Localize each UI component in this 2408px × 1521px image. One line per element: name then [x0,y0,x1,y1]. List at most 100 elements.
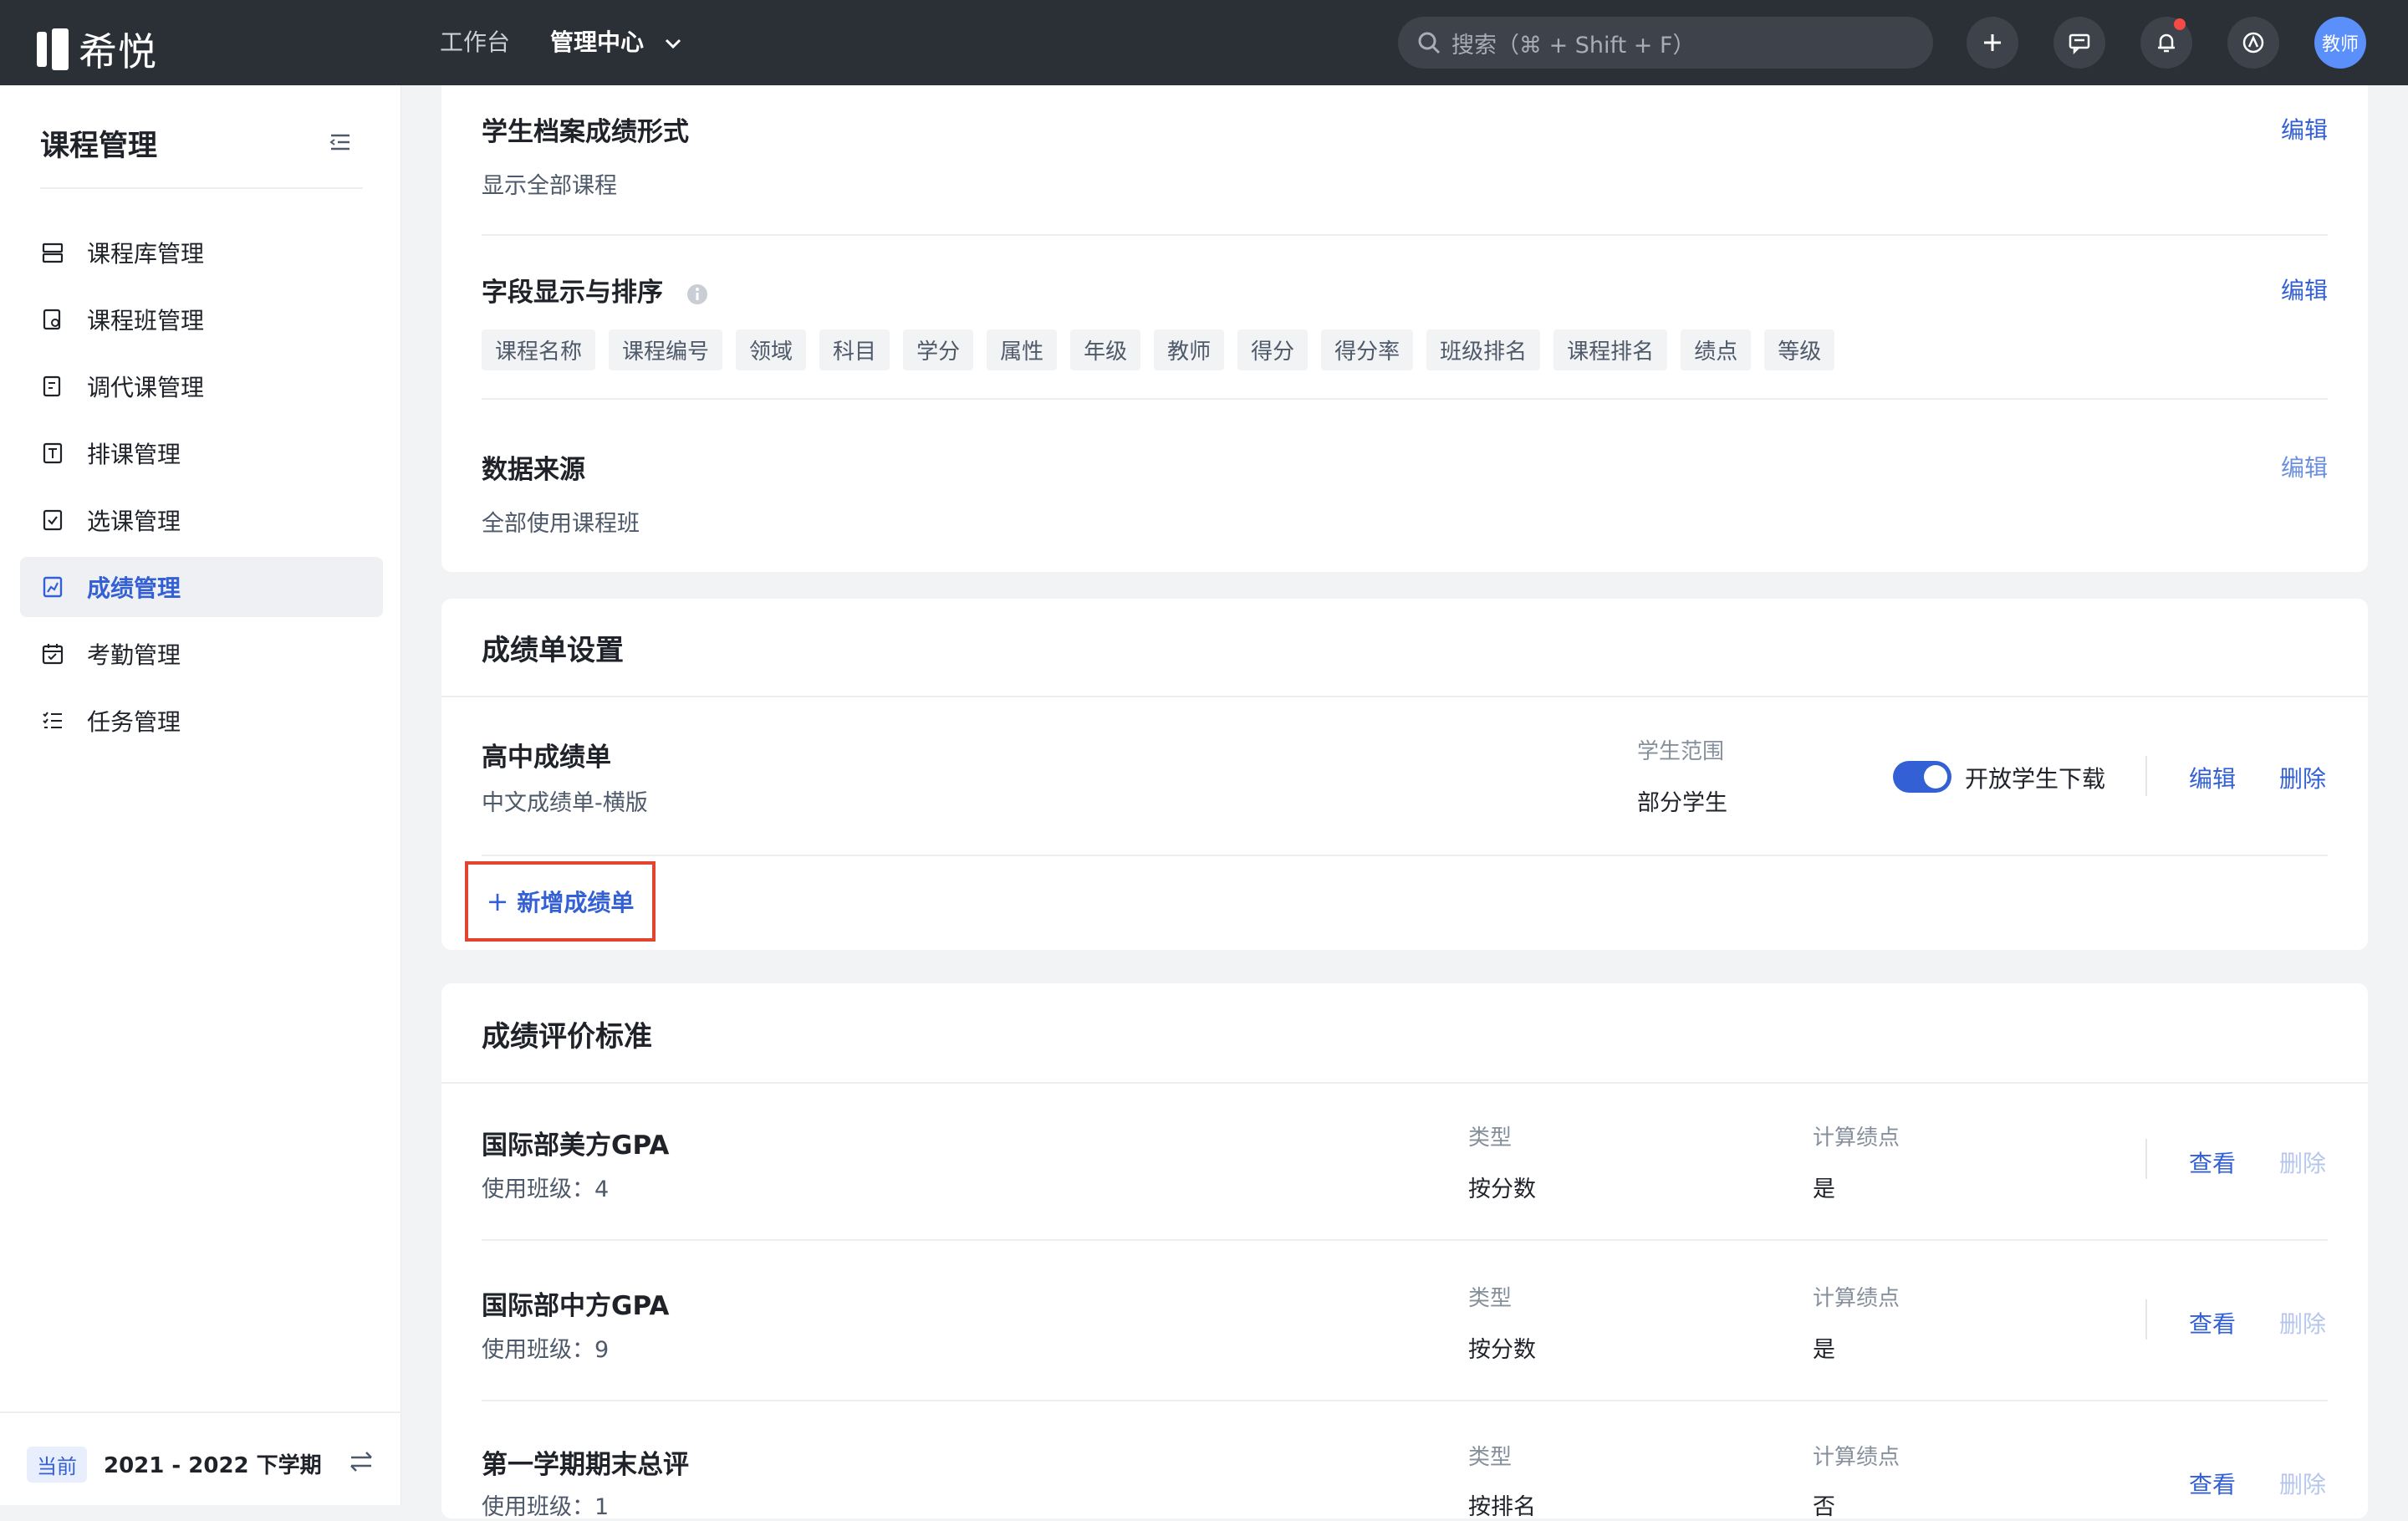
standard-name: 国际部中方GPA [482,1291,670,1321]
field-tag-list: 课程名称 课程编号 领域 科目 学分 属性 年级 教师 得分 得分率 班级排名 … [482,329,1835,370]
sidebar-item-course-library[interactable]: 课程库管理 [20,222,383,283]
notification-dot [2174,18,2186,30]
global-search-input[interactable]: 搜索（⌘ + Shift + F） [1398,17,1933,69]
current-term-badge: 当前 [27,1447,87,1483]
sidebar-item-label: 选课管理 [87,508,181,535]
sidebar-divider [40,187,363,189]
sidebar-item-label: 课程班管理 [87,307,205,334]
nav-workbench[interactable]: 工作台 [440,0,510,85]
search-icon [1418,32,1441,54]
sidebar-item-selection[interactable]: 选课管理 [20,490,383,550]
current-term-text: 2021 - 2022 下学期 [104,1453,322,1478]
type-label: 类型 [1468,1445,1513,1470]
standard-name: 第一学期期末总评 [482,1450,689,1480]
logo-mark-icon [37,28,69,70]
delete-standard-link[interactable]: 删除 [2279,1467,2326,1500]
gpa-label: 计算绩点 [1813,1445,1900,1470]
field-tag: 领域 [736,329,807,370]
substitute-icon [40,374,65,399]
selection-icon [40,508,65,533]
student-scope-value: 部分学生 [1637,790,1727,816]
student-scope-label: 学生范围 [1637,739,1725,764]
field-tag: 课程编号 [609,329,723,370]
plus-icon: + [486,886,509,917]
archive-settings-card: 学生档案成绩形式 编辑 显示全部课程 字段显示与排序 编辑 课程名称 课程编号 … [441,85,2368,572]
divider [441,696,2368,697]
attendance-icon [40,641,65,666]
user-avatar[interactable]: 教师 [2314,17,2366,69]
field-tag: 科目 [819,329,890,370]
field-tag: 绩点 [1681,329,1752,370]
sidebar-title: 课程管理 [40,130,158,163]
edit-report-card-link[interactable]: 编辑 [2189,761,2236,794]
report-card-settings-title: 成绩单设置 [482,634,624,667]
toggle-knob [1924,765,1947,789]
field-display-title-text: 字段显示与排序 [482,278,663,308]
divider [482,1239,2328,1241]
delete-standard-link[interactable]: 删除 [2279,1146,2326,1179]
field-tag: 课程排名 [1553,329,1668,370]
messages-button[interactable] [2053,17,2105,69]
divider [482,1400,2328,1401]
nav-admin-center[interactable]: 管理中心 [550,0,682,85]
grades-icon [40,574,65,600]
student-download-toggle[interactable] [1893,761,1951,793]
app-logo[interactable]: 希悦 [37,22,157,77]
divider [482,234,2328,236]
archive-format-value: 显示全部课程 [482,173,617,199]
field-tag: 学分 [903,329,974,370]
sidebar-item-label: 调代课管理 [87,374,205,401]
view-standard-link[interactable]: 查看 [2189,1467,2236,1500]
nav-admin-center-label: 管理中心 [550,28,645,56]
divider [482,855,2328,856]
view-standard-link[interactable]: 查看 [2189,1146,2236,1179]
sidebar-item-schedule[interactable]: 排课管理 [20,423,383,483]
action-separator [2145,1299,2147,1340]
sidebar-item-label: 任务管理 [87,708,181,736]
type-value: 按分数 [1468,1337,1536,1363]
sidebar-item-grades[interactable]: 成绩管理 [20,557,383,617]
field-tag: 班级排名 [1426,329,1541,370]
term-switcher[interactable]: 当前 2021 - 2022 下学期 [0,1411,401,1505]
sidebar-item-label: 排课管理 [87,441,181,468]
delete-standard-link[interactable]: 删除 [2279,1306,2326,1340]
add-report-card-button[interactable]: + 新增成绩单 [465,861,656,942]
edit-data-source-link[interactable]: 编辑 [2281,450,2328,483]
action-separator [2145,1139,2147,1179]
edit-archive-format-link[interactable]: 编辑 [2281,112,2328,145]
field-tag: 等级 [1764,329,1835,370]
sidebar-item-label: 考勤管理 [87,641,181,669]
student-download-label: 开放学生下载 [1965,765,2106,793]
sidebar-item-tasks[interactable]: 任务管理 [20,691,383,751]
edit-field-display-link[interactable]: 编辑 [2281,273,2328,306]
grading-standards-card: 成绩评价标准 国际部美方GPA 使用班级：4 类型 按分数 计算绩点 是 查看 … [441,983,2368,1520]
report-card-name: 高中成绩单 [482,743,611,773]
logo-text: 希悦 [79,29,157,74]
chevron-down-icon [665,38,681,49]
field-tag: 教师 [1154,329,1225,370]
sidebar-item-label: 成绩管理 [87,574,181,602]
info-icon[interactable] [686,283,709,306]
notifications-button[interactable] [2140,17,2192,69]
view-standard-link[interactable]: 查看 [2189,1306,2236,1340]
search-placeholder: 搜索（⌘ + Shift + F） [1451,32,1696,59]
type-label: 类型 [1468,1125,1513,1151]
field-tag: 得分率 [1321,329,1414,370]
gpa-value: 是 [1813,1176,1835,1202]
course-class-icon [40,307,65,332]
field-tag: 属性 [987,329,1058,370]
sidebar-item-attendance[interactable]: 考勤管理 [20,624,383,684]
collapse-sidebar-icon[interactable] [328,132,351,152]
swap-icon[interactable] [348,1450,375,1473]
sidebar-item-substitute[interactable]: 调代课管理 [20,356,383,416]
standard-name: 国际部美方GPA [482,1131,670,1161]
compass-icon [2242,32,2264,54]
schedule-icon [40,441,65,466]
grading-standards-title: 成绩评价标准 [482,1020,652,1054]
delete-report-card-link[interactable]: 删除 [2279,761,2326,794]
field-tag: 课程名称 [482,329,596,370]
app-switch-button[interactable] [2227,17,2279,69]
add-report-card-label: 新增成绩单 [517,889,635,916]
sidebar-item-course-class[interactable]: 课程班管理 [20,289,383,350]
create-button[interactable] [1967,17,2018,69]
